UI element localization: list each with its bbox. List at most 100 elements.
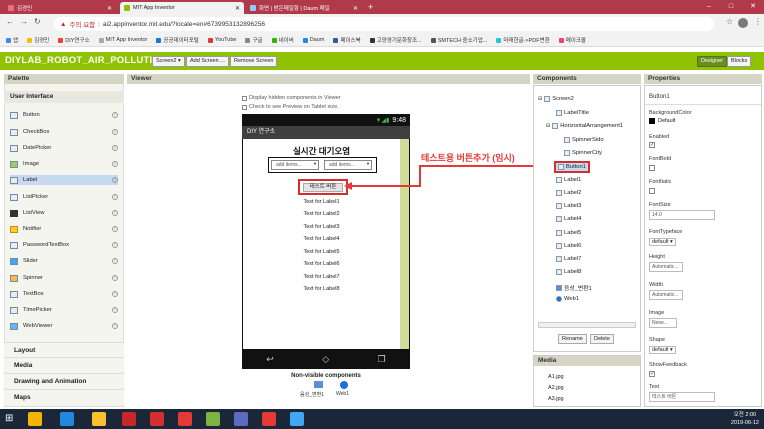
checkbox-box[interactable]	[242, 104, 247, 110]
minimize-icon[interactable]: –	[698, 0, 720, 14]
component-label2[interactable]: Label2	[556, 190, 581, 196]
close-tab-icon[interactable]: ✕	[235, 5, 240, 12]
palette-item-notifier[interactable]: Notifier?	[10, 224, 118, 234]
palette-category-maps[interactable]: Maps	[4, 389, 124, 404]
prop-image-input[interactable]: None...	[649, 318, 677, 328]
bookmark[interactable]: SMTECH 중소기업...	[430, 36, 487, 44]
star-icon[interactable]: ☆	[726, 17, 733, 26]
help-icon[interactable]: ?	[112, 161, 118, 167]
label-4[interactable]: Text for Label4	[243, 236, 400, 242]
help-icon[interactable]: ?	[112, 177, 118, 183]
prop-fontitalic-checkbox[interactable]	[649, 188, 655, 194]
media-file[interactable]: A1.jpg	[548, 374, 564, 380]
prop-fontsize-input[interactable]: 14.0	[649, 210, 715, 220]
help-icon[interactable]: ?	[112, 291, 118, 297]
palette-item-spinner[interactable]: Spinner?	[10, 273, 118, 283]
maximize-icon[interactable]: □	[720, 0, 742, 14]
bookmark[interactable]: 공공데이터포털	[156, 36, 199, 44]
prop-showfeedback-checkbox[interactable]: ✓	[649, 371, 655, 377]
help-icon[interactable]: ?	[112, 129, 118, 135]
app-icon[interactable]	[290, 412, 304, 426]
help-icon[interactable]: ?	[112, 194, 118, 200]
tts-icon[interactable]	[314, 381, 323, 388]
label-5[interactable]: Text for Label5	[243, 249, 400, 255]
palette-item-image[interactable]: Image?	[10, 159, 118, 169]
security-warning[interactable]: 주의 요함	[69, 19, 95, 29]
component-label1[interactable]: Label1	[556, 177, 581, 183]
reload-icon[interactable]: ↻	[34, 17, 41, 26]
help-icon[interactable]: ?	[112, 145, 118, 151]
label-2[interactable]: Text for Label2	[243, 211, 400, 217]
help-icon[interactable]: ?	[112, 112, 118, 118]
palette-item-button[interactable]: Button?	[10, 110, 118, 120]
component-label4[interactable]: Label4	[556, 216, 581, 222]
help-icon[interactable]: ?	[112, 307, 118, 313]
label-1[interactable]: Text for Label1	[243, 199, 400, 205]
app-icon[interactable]	[150, 412, 164, 426]
prop-bgcolor-value[interactable]: Default	[649, 118, 675, 124]
palette-item-listpicker[interactable]: ListPicker?	[10, 192, 118, 202]
palette-item-checkbox[interactable]: CheckBox?	[10, 127, 118, 137]
palette-category-user-interface[interactable]: User Interface	[4, 91, 124, 103]
screen-select[interactable]: Screen2 ▾	[152, 56, 185, 67]
prop-fonttypeface-select[interactable]: default ▾	[649, 238, 676, 246]
bookmark[interactable]: YouTube	[207, 37, 236, 43]
back-icon[interactable]: ←	[6, 17, 14, 26]
bookmark[interactable]: 페이스북	[333, 36, 361, 44]
components-scrollbar[interactable]	[538, 322, 636, 328]
component-tts[interactable]: 음성_변환1	[556, 283, 592, 292]
bookmark[interactable]: 네이버	[271, 36, 294, 44]
label-6[interactable]: Text for Label6	[243, 261, 400, 267]
component-label3[interactable]: Label3	[556, 203, 581, 209]
palette-item-slider[interactable]: Slider?	[10, 256, 118, 266]
palette-item-datepicker[interactable]: DatePicker?	[10, 143, 118, 153]
prop-enabled-checkbox[interactable]: ✓	[649, 142, 655, 148]
help-icon[interactable]: ?	[112, 323, 118, 329]
prop-shape-select[interactable]: default ▾	[649, 346, 676, 354]
palette-item-timepicker[interactable]: TimePicker?	[10, 305, 118, 315]
remove-screen-button[interactable]: Remove Screen	[230, 56, 278, 67]
app-icon[interactable]	[122, 412, 136, 426]
address-bar[interactable]: ▲ 주의 요함 | ai2.appinventor.mit.edu/?local…	[54, 17, 714, 31]
help-icon[interactable]: ?	[112, 258, 118, 264]
prop-height-input[interactable]: Automatic...	[649, 262, 683, 272]
media-file[interactable]: A2.jpg	[548, 385, 564, 391]
ie-icon[interactable]	[60, 412, 74, 426]
prop-text-input[interactable]: 테스트 버튼	[649, 392, 715, 402]
component-label5[interactable]: Label5	[556, 230, 581, 236]
close-tab-icon[interactable]: ✕	[107, 5, 112, 12]
delete-button[interactable]: Delete	[590, 334, 614, 344]
tablet-preview-checkbox[interactable]: Check to see Preview on Tablet size.	[242, 104, 339, 110]
media-file[interactable]: A3.jpg	[548, 396, 564, 402]
bookmark[interactable]: 김경민	[27, 36, 49, 44]
app-icon[interactable]	[178, 412, 192, 426]
label-title[interactable]: 실시간 대기오염	[243, 145, 400, 157]
windows-start-icon[interactable]: ⊞	[5, 413, 13, 424]
prop-width-input[interactable]: Automatic...	[649, 290, 683, 300]
palette-item-listview[interactable]: ListView?	[10, 208, 118, 218]
component-label6[interactable]: Label6	[556, 243, 581, 249]
browser-tab-1[interactable]: 김경민 ✕	[4, 2, 116, 14]
add-screen-button[interactable]: Add Screen ...	[186, 56, 229, 67]
help-icon[interactable]: ?	[112, 242, 118, 248]
help-icon[interactable]: ?	[112, 210, 118, 216]
app-icon[interactable]	[262, 412, 276, 426]
component-spinnersido[interactable]: SpinnerSido	[564, 137, 604, 143]
new-tab-button[interactable]: +	[368, 2, 373, 12]
palette-item-webviewer[interactable]: WebViewer?	[10, 321, 118, 331]
test-button[interactable]: 테스트 버튼	[303, 183, 343, 192]
chrome-icon[interactable]	[28, 412, 42, 426]
palette-category-media[interactable]: Media	[4, 357, 124, 372]
designer-button[interactable]: Designer	[697, 56, 728, 67]
prop-fontbold-checkbox[interactable]	[649, 165, 655, 171]
palette-category-layout[interactable]: Layout	[4, 342, 124, 357]
blocks-button[interactable]: Blocks	[727, 56, 752, 67]
component-horizontalarrangement1[interactable]: ⊟ HorizontalArrangement1	[546, 123, 623, 129]
label-8[interactable]: Text for Label8	[243, 286, 400, 292]
component-screen2[interactable]: ⊟ Screen2	[538, 96, 574, 102]
component-label7[interactable]: Label7	[556, 256, 581, 262]
palette-item-label[interactable]: Label?	[10, 175, 118, 185]
bookmark[interactable]: DIY연구소	[58, 36, 90, 44]
label-7[interactable]: Text for Label7	[243, 274, 400, 280]
close-tab-icon[interactable]: ✕	[353, 5, 358, 12]
